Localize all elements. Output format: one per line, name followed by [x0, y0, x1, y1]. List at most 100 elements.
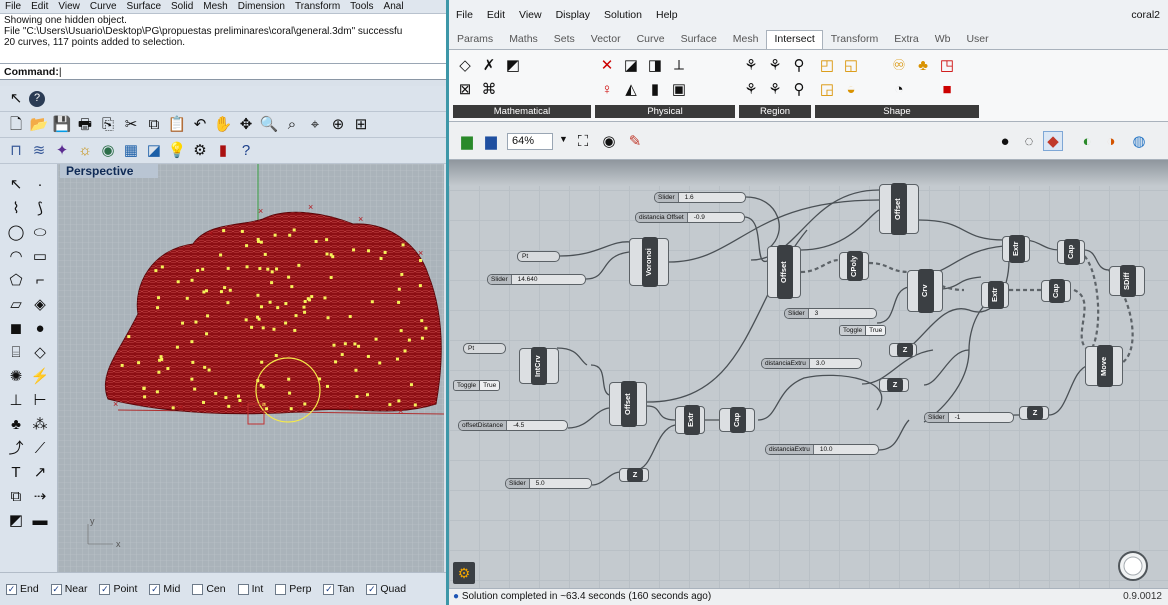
zoom-field[interactable]: 64% [507, 133, 553, 150]
rhino-menu-surface[interactable]: Surface [122, 0, 166, 12]
group-icon[interactable]: ⧉ [6, 486, 26, 506]
slider-4[interactable]: Slider 3 [784, 308, 877, 319]
tab-curve[interactable]: Curve [629, 30, 673, 48]
line-plane-icon[interactable]: ◩ [503, 56, 523, 76]
toggle-1[interactable]: Toggle True [839, 325, 887, 336]
unit-z-component-1[interactable]: Z [889, 343, 917, 357]
osnap-near[interactable]: ✓ Near [50, 583, 87, 595]
tab-wb[interactable]: Wb [927, 30, 959, 48]
cap-component-3[interactable]: Cap [719, 407, 755, 433]
sun-icon[interactable]: ☼ [75, 141, 95, 161]
gh-menu-view[interactable]: View [512, 0, 549, 21]
preview-eye-icon[interactable]: ◉ [599, 131, 619, 151]
arc-icon[interactable]: ◠ [6, 246, 26, 266]
zoom-extents-icon[interactable]: ⛶ [573, 131, 593, 151]
osnap-checkbox[interactable] [237, 583, 249, 595]
rotate-view-icon[interactable]: ✥ [236, 115, 256, 135]
render-icon[interactable]: ◉ [98, 141, 118, 161]
slider-3[interactable]: Slider 14.640 [487, 274, 586, 285]
sphere-icon[interactable]: ● [30, 318, 50, 338]
curve-icon[interactable]: ⟆ [30, 198, 50, 218]
rectangle-icon[interactable]: ▭ [30, 246, 50, 266]
osnap-checkbox[interactable]: ✓ [366, 583, 378, 595]
slider-9[interactable]: Slider 5.0 [505, 478, 592, 489]
circle-icon[interactable]: ◯ [6, 222, 26, 242]
perspective-viewport[interactable]: × × × × × × × × × × × × y x [58, 164, 444, 572]
layout-icon[interactable]: ▬ [30, 510, 50, 530]
offset-component-2[interactable]: Offset [879, 183, 919, 235]
tab-mesh[interactable]: Mesh [725, 30, 767, 48]
rhino-menu-solid[interactable]: Solid [166, 0, 198, 12]
polygon-icon[interactable]: ⬠ [6, 270, 26, 290]
zoom-dropdown-icon[interactable]: ▼ [559, 134, 568, 144]
layers-icon[interactable]: ≋ [29, 141, 49, 161]
split-brep-icon[interactable]: ⚘ [741, 80, 761, 100]
region-icon[interactable]: ⚲ [789, 56, 809, 76]
osnap-checkbox[interactable]: ✓ [50, 583, 62, 595]
help-icon[interactable]: ? [29, 90, 45, 107]
grasshopper-logo-icon[interactable]: ⚙ [453, 562, 475, 584]
osnap-cen[interactable]: Cen [192, 583, 226, 595]
split-region-icon[interactable]: ◳ [937, 56, 957, 76]
tab-user[interactable]: User [958, 30, 996, 48]
brep-curve-icon[interactable]: ◨ [645, 56, 665, 76]
curve-curve-icon[interactable]: ✕ [597, 56, 617, 76]
viewport-layout-icon[interactable]: ⊞ [351, 115, 371, 135]
rhino-menu-tools[interactable]: Tools [345, 0, 378, 12]
undo-icon[interactable]: ↶ [190, 115, 210, 135]
command-line[interactable]: Command:| [0, 64, 446, 80]
trim-region-icon[interactable]: ⚘ [765, 56, 785, 76]
collision-icon[interactable]: ▣ [669, 80, 689, 100]
osnap-checkbox[interactable]: ✓ [99, 583, 111, 595]
solid-union-icon[interactable]: ♾ [889, 56, 909, 76]
tab-extra[interactable]: Extra [886, 30, 927, 48]
solid-intersect-icon[interactable]: ♣ [913, 56, 933, 76]
offset-component-1[interactable]: Offset [767, 245, 801, 299]
preview-material-icon[interactable]: ◑ [1101, 131, 1121, 151]
preview-wire-icon[interactable]: ● [995, 131, 1015, 151]
crv-component[interactable]: Crv [907, 269, 943, 313]
gh-menu-edit[interactable]: Edit [480, 0, 512, 21]
extr-component-3[interactable]: Extr [675, 405, 705, 435]
move-component[interactable]: Move [1085, 345, 1123, 387]
tab-maths[interactable]: Maths [501, 30, 546, 48]
cylinder-icon[interactable]: ⌸ [6, 342, 26, 362]
tab-vector[interactable]: Vector [583, 30, 629, 48]
rhino-menu-dimension[interactable]: Dimension [233, 0, 290, 12]
voronoi-component[interactable]: Voronoi [629, 237, 669, 287]
grid-snap-icon[interactable]: ⊓ [6, 141, 26, 161]
extr-component-2[interactable]: Extr [1002, 235, 1030, 263]
offset-component-3[interactable]: Offset [609, 381, 647, 427]
sweep-icon[interactable]: ⟋ [30, 438, 50, 458]
zoom-icon[interactable]: 🔍 [259, 115, 279, 135]
extr-component-1[interactable]: Extr [981, 281, 1009, 309]
point-param-2[interactable]: Pt [463, 343, 506, 354]
open-document-icon[interactable]: ▆ [457, 131, 477, 151]
mesh-icon[interactable]: ◇ [30, 342, 50, 362]
brep-plane-icon[interactable]: ⊠ [455, 80, 475, 100]
tab-surface[interactable]: Surface [673, 30, 725, 48]
trim-brep-icon[interactable]: ⚘ [765, 80, 785, 100]
gap-icon-3[interactable] [913, 80, 933, 100]
solid-difference-icon[interactable]: ◒ [841, 80, 861, 100]
osnap-point[interactable]: ✓ Point [99, 583, 137, 595]
mesh-mesh-icon[interactable]: ▮ [645, 80, 665, 100]
toggle-2[interactable]: Toggle True [453, 380, 501, 391]
copy-icon[interactable]: ⧉ [144, 115, 164, 135]
rhino-menu-edit[interactable]: Edit [26, 0, 53, 12]
osnap-checkbox[interactable]: ✓ [6, 583, 17, 595]
sdiff-component[interactable]: SDiff [1109, 265, 1145, 297]
select-arrow-icon[interactable]: ↖ [6, 174, 26, 194]
mesh-plane-icon[interactable]: ⌘ [479, 80, 499, 100]
point-icon[interactable]: · [30, 174, 50, 194]
rhino-menu-view[interactable]: View [53, 0, 85, 12]
loft-icon[interactable]: ◈ [30, 294, 50, 314]
gh-canvas[interactable]: Slider 1.6 distancia Offset -0.9 Slider 14.… [449, 160, 1168, 588]
new-file-icon[interactable]: 🗋 [6, 115, 26, 135]
tab-transform[interactable]: Transform [823, 30, 886, 48]
slider-7[interactable]: Slider -1 [924, 412, 1014, 423]
leader-icon[interactable]: ↗ [30, 462, 50, 482]
preview-off-icon[interactable]: ◌ [1019, 131, 1039, 151]
save-icon[interactable]: 💾 [52, 115, 72, 135]
osnap-checkbox[interactable] [275, 583, 287, 595]
